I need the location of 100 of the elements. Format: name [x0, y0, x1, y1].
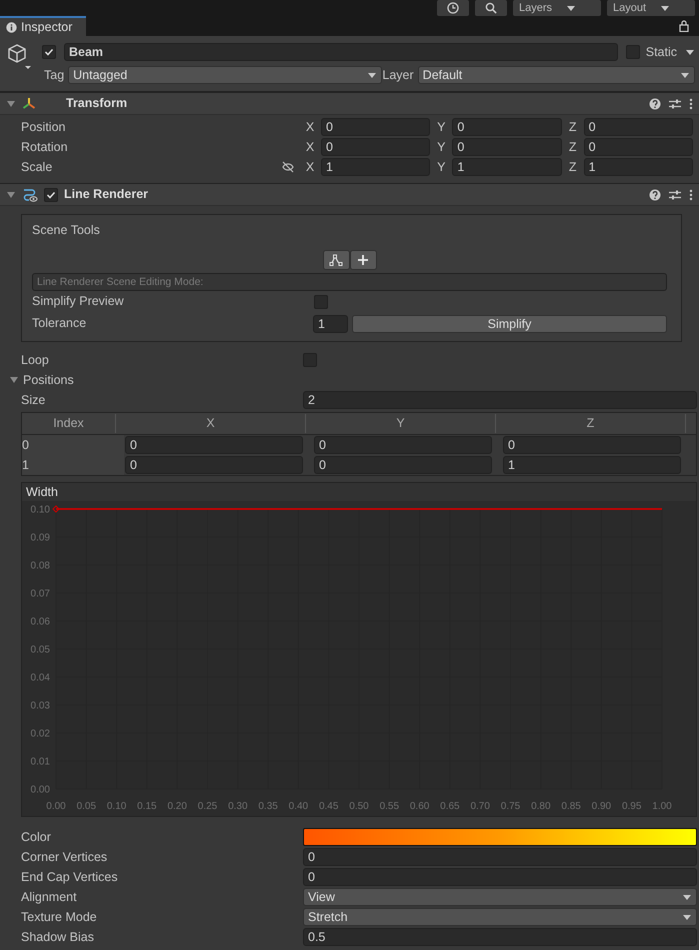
edit-points-button[interactable] — [322, 250, 350, 270]
caret-icon — [566, 4, 576, 12]
active-checkbox[interactable] — [42, 45, 56, 59]
field-label: Loop — [21, 352, 50, 369]
tick-label: 0.40 — [288, 801, 308, 812]
tag-dropdown[interactable]: Untagged — [68, 66, 382, 84]
foldout-label: Positions — [23, 372, 74, 389]
axis-label: X — [304, 158, 316, 176]
tick-label: 0.25 — [198, 801, 218, 812]
tick-label: 0.20 — [167, 801, 187, 812]
static-checkbox[interactable] — [626, 45, 640, 59]
sliders-icon[interactable] — [669, 188, 681, 200]
tick-label: 0.03 — [30, 700, 50, 712]
foldout-arrow-icon[interactable] — [6, 98, 16, 108]
tick-label: 0.60 — [410, 801, 430, 812]
tick-label: 0.02 — [30, 728, 50, 740]
caret-icon — [685, 48, 695, 56]
number-field[interactable]: 0 — [303, 868, 697, 886]
name-field[interactable]: Beam — [64, 43, 618, 61]
axis-label: X — [304, 138, 316, 156]
field-label: Corner Vertices — [21, 848, 108, 866]
more-options-icon[interactable] — [689, 188, 693, 200]
help-icon[interactable] — [649, 98, 661, 110]
layer-label: Layer — [382, 66, 414, 84]
tick-label: 0.00 — [46, 801, 66, 812]
axis-label: Z — [568, 138, 578, 156]
curve-title: Width — [22, 483, 696, 501]
sliders-icon[interactable] — [669, 98, 681, 110]
plus-icon — [358, 255, 368, 266]
number-field[interactable]: 0.5 — [303, 928, 697, 946]
tick-label: 0.00 — [30, 784, 50, 796]
table-field[interactable]: 0 — [314, 456, 492, 474]
caret-icon — [680, 70, 690, 80]
clock-icon — [447, 2, 459, 14]
tick-label: 0.04 — [30, 672, 50, 684]
simplify-button[interactable]: Simplify — [352, 314, 667, 333]
line-renderer-icon — [22, 188, 38, 202]
inspector-tab[interactable]: Inspector — [0, 16, 86, 36]
component-title: Transform — [66, 95, 128, 112]
axes-icon — [22, 96, 36, 110]
tick-label: 0.06 — [30, 616, 50, 628]
help-icon[interactable] — [649, 188, 661, 200]
table-field[interactable]: 0 — [503, 436, 681, 454]
toolbar-dropdown[interactable]: Layers — [513, 0, 601, 16]
number-field[interactable]: 0 — [321, 118, 430, 136]
search-button[interactable] — [475, 0, 507, 16]
table-field[interactable]: 0 — [125, 436, 303, 454]
number-field[interactable]: 0 — [584, 138, 693, 156]
axis-label: Y — [436, 138, 446, 156]
dropdown[interactable]: Stretch — [303, 908, 697, 926]
field-label: Rotation — [21, 138, 69, 156]
column-header: Y — [306, 414, 496, 433]
tick-label: 0.45 — [318, 801, 338, 812]
foldout-arrow-icon[interactable] — [6, 190, 16, 200]
table-cell: 0 — [22, 435, 124, 455]
curve-line[interactable] — [52, 505, 662, 513]
tick-label: 0.50 — [349, 801, 369, 812]
layer-dropdown[interactable]: Default — [418, 66, 695, 84]
tolerance-field[interactable]: 1 — [313, 314, 348, 333]
number-field[interactable]: 1 — [584, 158, 693, 176]
tick-label: 0.09 — [30, 532, 50, 544]
history-button[interactable] — [437, 0, 469, 16]
foldout-arrow-icon[interactable] — [9, 375, 19, 385]
dropdown[interactable]: View — [303, 888, 697, 906]
enabled-checkbox[interactable] — [44, 188, 58, 202]
number-field[interactable]: 0 — [321, 138, 430, 156]
tag-label: Tag — [44, 66, 64, 84]
number-field[interactable]: 0 — [452, 138, 562, 156]
field-label: Texture Mode — [21, 908, 98, 926]
column-header: Index — [22, 414, 116, 433]
column-header: X — [116, 414, 306, 433]
gradient-field[interactable] — [303, 828, 697, 846]
field-label: Tolerance — [32, 315, 88, 332]
simplify-preview-checkbox[interactable] — [314, 294, 328, 309]
loop-checkbox[interactable] — [303, 353, 317, 367]
axis-label: Z — [568, 118, 578, 136]
caret-icon — [660, 4, 670, 12]
tick-label: 0.70 — [470, 801, 490, 812]
axis-label: X — [304, 118, 316, 136]
number-field[interactable]: 0 — [584, 118, 693, 136]
cube-icon[interactable] — [6, 43, 34, 71]
number-field[interactable]: 1 — [452, 158, 562, 176]
tick-label: 0.10 — [106, 801, 126, 812]
more-options-icon[interactable] — [689, 98, 693, 110]
size-field[interactable]: 2 — [303, 391, 697, 409]
number-field[interactable]: 1 — [321, 158, 430, 176]
number-field[interactable]: 0 — [303, 848, 697, 866]
add-point-button[interactable] — [350, 250, 376, 270]
broken-link-icon[interactable] — [281, 161, 295, 174]
table-field[interactable]: 0 — [125, 456, 303, 474]
tick-label: 0.10 — [30, 504, 50, 516]
toolbar-dropdown[interactable]: Layout — [607, 0, 695, 16]
number-field[interactable]: 0 — [452, 118, 562, 136]
table-field[interactable]: 1 — [503, 456, 681, 474]
caret-icon — [367, 70, 378, 80]
tick-label: 0.65 — [440, 801, 460, 812]
field-label: Alignment — [21, 888, 78, 906]
component-title: Line Renderer — [64, 186, 148, 204]
table-field[interactable]: 0 — [314, 436, 492, 454]
lock-icon[interactable] — [679, 20, 689, 32]
